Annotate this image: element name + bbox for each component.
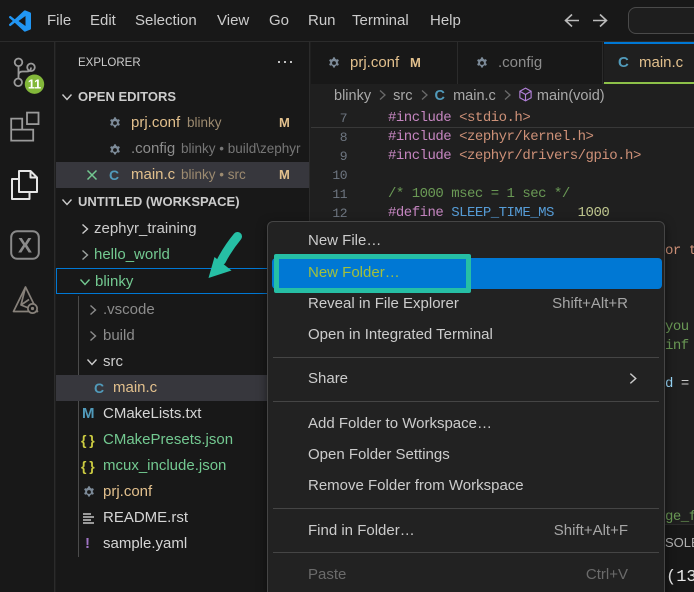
- svg-text:X: X: [18, 235, 32, 258]
- svg-text:11: 11: [28, 78, 41, 92]
